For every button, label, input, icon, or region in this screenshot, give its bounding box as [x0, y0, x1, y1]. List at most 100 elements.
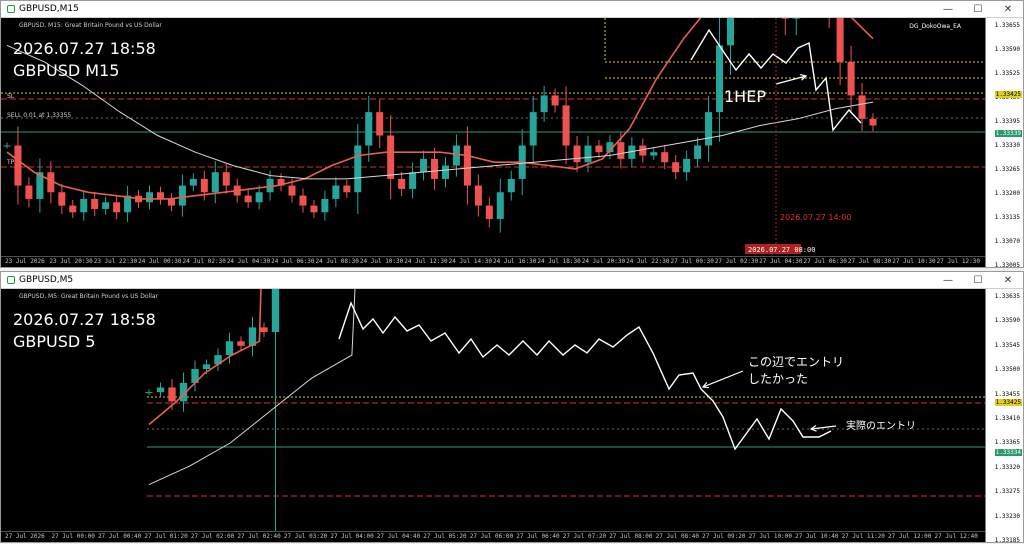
- candle-body: [869, 118, 877, 126]
- time-tick: 24 Jul 14:30: [448, 258, 492, 265]
- candle-body: [58, 192, 66, 206]
- price-tick: 1.33320: [994, 463, 1020, 471]
- close-icon[interactable]: ✕: [993, 1, 1023, 18]
- candle-body: [189, 178, 197, 186]
- candle-body: [431, 158, 439, 179]
- chart-window-m15[interactable]: GBPUSD,M15 — ☐ ✕ 2026.07.27 08:00 GBPUSD…: [0, 0, 1024, 269]
- candle-body: [705, 112, 713, 146]
- chart-window-m5[interactable]: GBPUSD,M5 — ☐ ✕ GBPUSD, M5: Great Britai…: [0, 271, 1024, 544]
- time-tick: 27 Jul 04:40: [376, 533, 421, 540]
- moving-average-slow: [6, 44, 874, 180]
- candle-body: [573, 145, 581, 163]
- candle-body: [420, 158, 428, 173]
- candle-body: [299, 195, 307, 206]
- sl-label: SL: [7, 93, 15, 100]
- candle-body: [584, 145, 592, 163]
- tp-label: TP: [7, 159, 15, 166]
- candle-body: [145, 392, 153, 394]
- candle-body: [792, 18, 800, 19]
- chart-window-icon: [7, 276, 15, 284]
- close-icon[interactable]: ✕: [993, 272, 1023, 289]
- minimize-icon[interactable]: —: [933, 272, 963, 289]
- candle-body: [288, 185, 296, 196]
- maximize-icon[interactable]: ☐: [963, 1, 993, 18]
- candle-body: [156, 387, 165, 393]
- candle-body: [409, 172, 417, 189]
- maximize-icon[interactable]: ☐: [963, 272, 993, 289]
- candle-body: [255, 192, 263, 203]
- note-actual-entry: 実際のエントリ: [846, 421, 916, 432]
- candle-body: [80, 198, 88, 213]
- price-tick: 1.33230: [994, 512, 1020, 520]
- candle-body: [650, 152, 658, 156]
- price-tick: 1.33655: [994, 22, 1020, 29]
- time-axis[interactable]: 27 Jul 2026 27 Jul 00:00 27 Jul 00:40 27 Ju…: [1, 531, 985, 542]
- chart-symbol-header: GBPUSD, M15: Great Britain Pound vs US D…: [19, 22, 162, 29]
- candle-body: [343, 185, 351, 193]
- time-tick: 23 Jul 22:30: [93, 258, 138, 265]
- candle-body: [398, 178, 406, 189]
- candle-body: [69, 205, 77, 213]
- vline-time-label: 2026.07.27 14:00: [780, 213, 852, 222]
- price-tick: 1.33590: [994, 317, 1020, 325]
- time-tick: 24 Jul 08:30: [315, 258, 359, 265]
- price-tag-level: 1.33425: [994, 91, 1022, 98]
- candle-body: [694, 145, 702, 159]
- time-tick: 23 Jul 20:30: [49, 258, 93, 265]
- candle-body: [91, 198, 99, 209]
- time-tick: 24 Jul 02:30: [182, 258, 226, 265]
- chart-window-icon: [7, 5, 15, 13]
- price-tick: 1.33410: [994, 415, 1020, 422]
- chart-symbol-header: GBPUSD, M5: Great Britain Pound vs US Do…: [19, 293, 159, 300]
- candle-body: [847, 62, 855, 96]
- window-titlebar[interactable]: GBPUSD,M15 — ☐ ✕: [1, 1, 1023, 18]
- price-tick: 1.33525: [994, 70, 1020, 77]
- time-tick: 27 Jul 08:00: [609, 533, 653, 540]
- window-titlebar[interactable]: GBPUSD,M5 — ☐ ✕: [1, 272, 1023, 289]
- candle-body: [858, 95, 866, 119]
- price-tick: 1.33275: [994, 488, 1020, 496]
- price-tick: 1.33545: [994, 341, 1020, 349]
- overlay-datetime: 2026.07.27 18:58: [13, 310, 156, 329]
- price-axis[interactable]: 1.33635 1.33590 1.33545 1.33500 1.33455 1.334…: [985, 289, 1023, 544]
- candle-body: [463, 145, 471, 186]
- time-tick: 27 Jul 02:40: [237, 533, 281, 540]
- time-tick: 27 Jul 09:20: [702, 533, 746, 540]
- time-tick: 27 Jul 10:30: [892, 258, 936, 265]
- candle-body: [474, 185, 482, 206]
- candle-body: [562, 105, 570, 146]
- time-tick: 27 Jul 11:20: [841, 533, 885, 540]
- time-tick: 27 Jul 2026: [5, 533, 45, 540]
- time-tick: 27 Jul 00:00: [51, 533, 95, 540]
- candle-body: [237, 341, 245, 346]
- candle-body: [496, 192, 504, 219]
- candle-body: [661, 152, 669, 163]
- time-axis[interactable]: 23 Jul 2026 23 Jul 20:30 23 Jul 22:30 24 Ju…: [1, 256, 985, 267]
- candle-body: [156, 192, 164, 199]
- price-tick: 1.33365: [994, 439, 1020, 447]
- time-tick: 24 Jul 20:30: [581, 258, 626, 265]
- time-tick: 27 Jul 12:30: [936, 258, 980, 265]
- time-tick: 24 Jul 22:30: [626, 258, 670, 265]
- time-tick: 23 Jul 2026: [5, 258, 45, 265]
- candle-body: [200, 178, 208, 193]
- candle-body: [310, 205, 318, 213]
- time-tick: 27 Jul 01:20: [144, 533, 188, 540]
- price-tick: 1.33395: [994, 118, 1020, 125]
- price-tick: 1.33070: [994, 238, 1020, 245]
- price-tick: 1.33200: [994, 190, 1020, 197]
- candle-body: [781, 18, 789, 19]
- candle-body: [617, 142, 625, 159]
- time-tick: 27 Jul 05:20: [423, 533, 467, 540]
- price-tick: 1.33455: [994, 390, 1020, 398]
- candle-body: [836, 18, 844, 63]
- candle-body: [332, 185, 340, 199]
- window-title: GBPUSD,M5: [19, 275, 74, 285]
- price-axis[interactable]: 1.336551.335901.335251.334601.333951.333…: [985, 18, 1023, 269]
- time-tick: 27 Jul 08:40: [655, 533, 700, 540]
- minimize-icon[interactable]: —: [933, 1, 963, 18]
- time-tick: 27 Jul 06:40: [516, 533, 560, 540]
- candle-body: [102, 202, 110, 209]
- time-tick: 27 Jul 08:30: [847, 258, 892, 265]
- price-tick: 1.33135: [994, 214, 1020, 221]
